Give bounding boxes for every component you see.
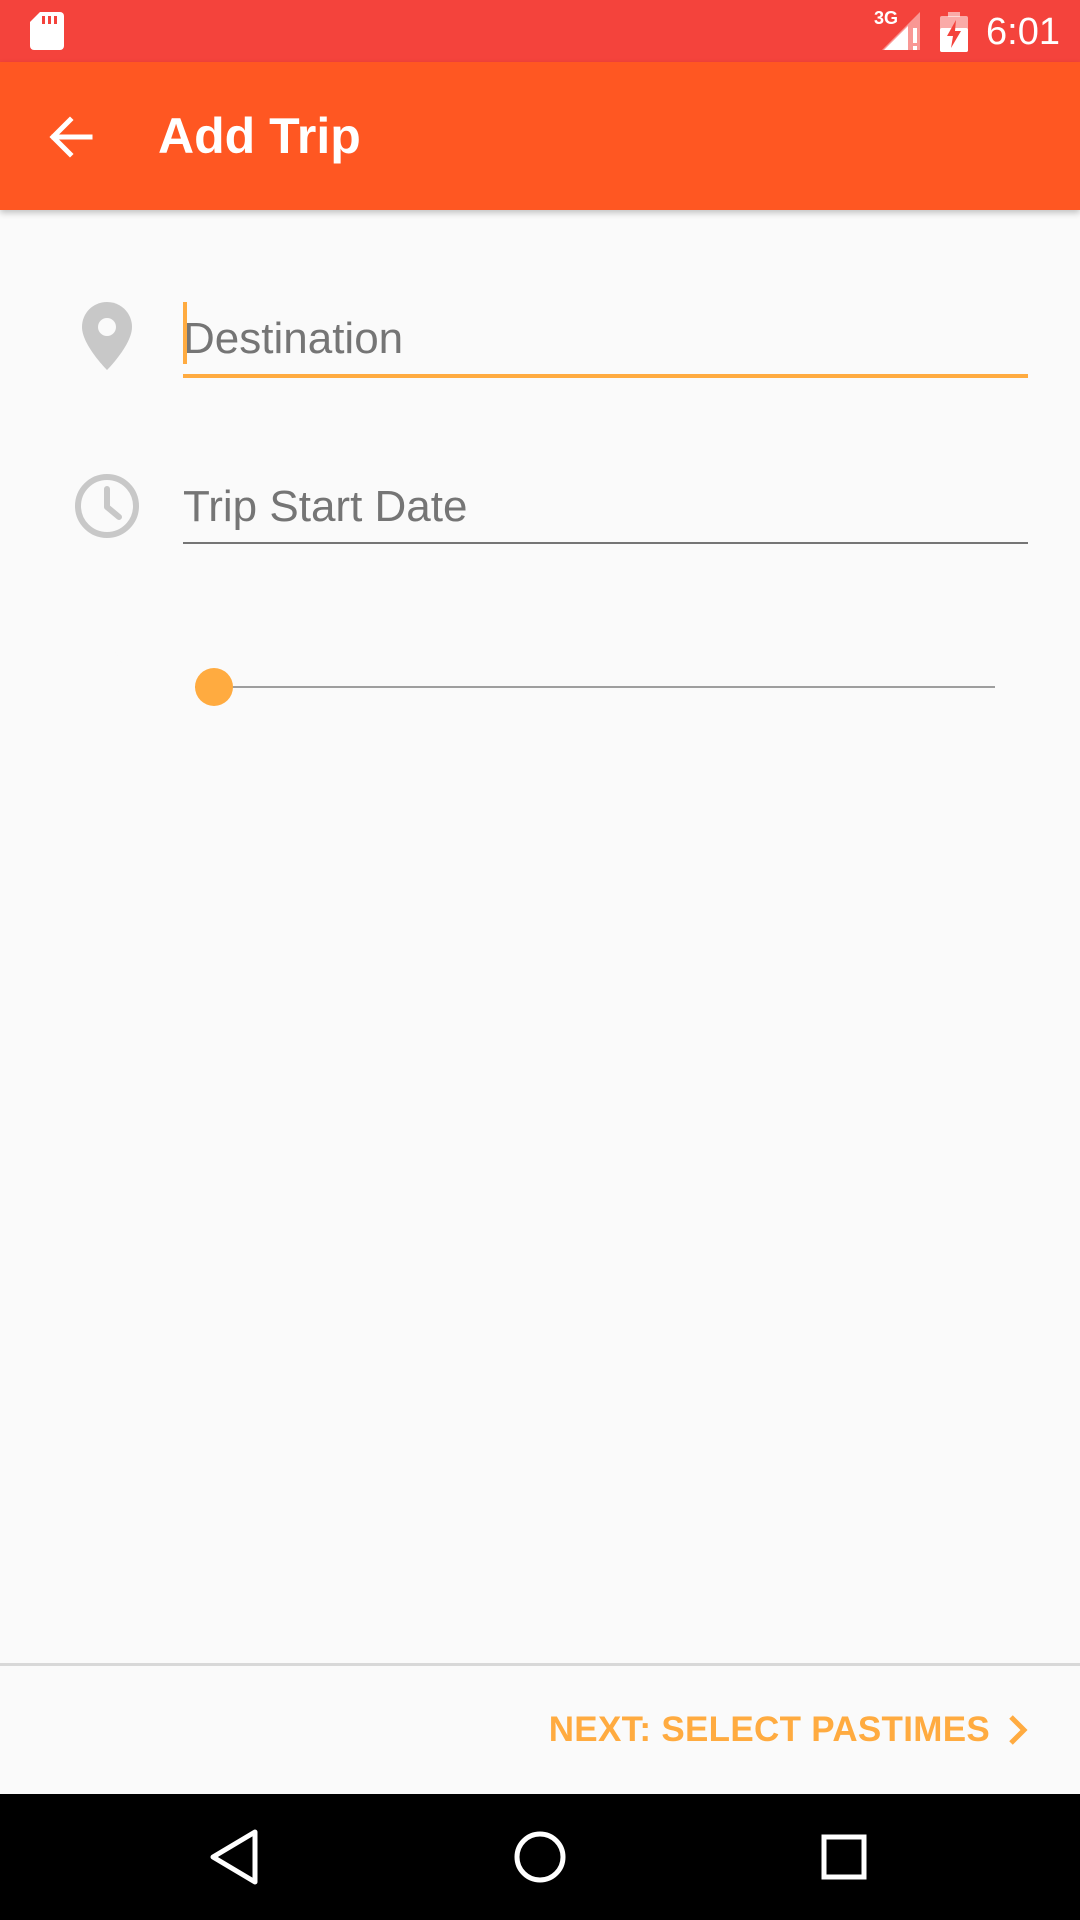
- app-bar: Add Trip: [0, 62, 1080, 210]
- moon-icon: [72, 646, 124, 708]
- home-circle-icon[interactable]: [505, 1822, 575, 1892]
- destination-field[interactable]: Destination: [183, 300, 1028, 378]
- nights-slider[interactable]: [195, 664, 995, 710]
- status-bar: 3G 6:01: [0, 0, 1080, 62]
- trip-start-date-field[interactable]: Trip Start Date: [183, 466, 1028, 544]
- recents-square-icon[interactable]: [809, 1822, 879, 1892]
- slider-thumb[interactable]: [195, 668, 233, 706]
- back-triangle-icon[interactable]: [200, 1822, 270, 1892]
- slider-track: [195, 686, 995, 688]
- location-pin-icon: [82, 302, 132, 370]
- sd-card-icon: [30, 12, 64, 50]
- text-cursor: [183, 302, 187, 364]
- clock: 6:01: [986, 11, 1060, 53]
- signal-icon: [882, 12, 920, 50]
- trip-start-date-placeholder: Trip Start Date: [183, 482, 468, 531]
- arrow-back-icon[interactable]: [42, 107, 102, 167]
- next-button-label: NEXT: SELECT PASTIMES: [548, 1710, 990, 1749]
- destination-placeholder: Destination: [183, 314, 404, 363]
- next-select-pastimes-button[interactable]: NEXT: SELECT PASTIMES: [549, 1700, 1030, 1760]
- chevron-right-icon: [1009, 1715, 1028, 1745]
- navigation-bar: [0, 1794, 1080, 1920]
- footer-divider: [0, 1663, 1080, 1666]
- page-title: Add Trip: [158, 108, 361, 164]
- battery-charging-icon: [940, 12, 968, 52]
- clock-icon: [75, 474, 139, 538]
